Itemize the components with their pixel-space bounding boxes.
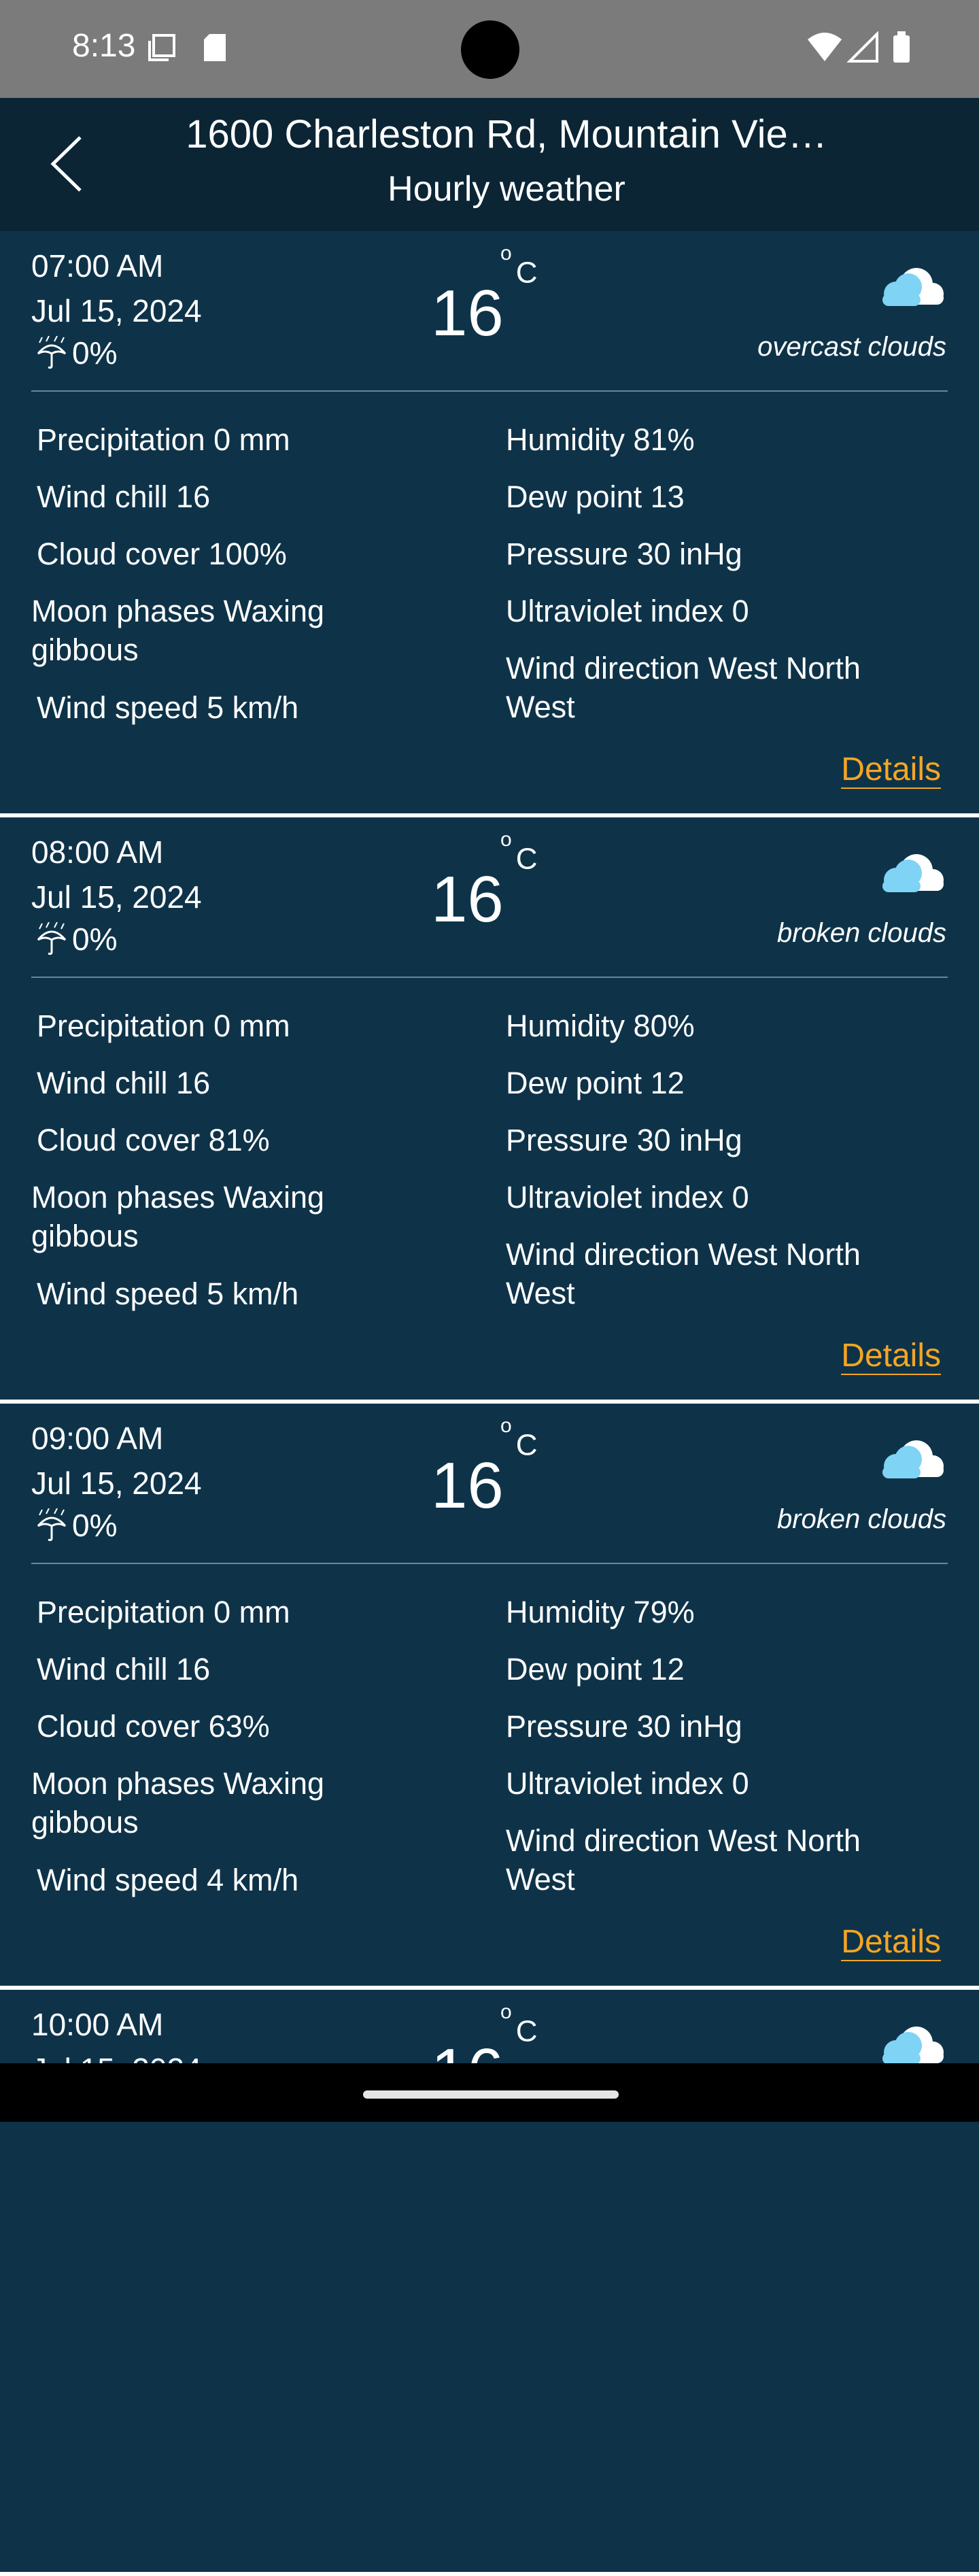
unit-label: C (515, 842, 538, 876)
wind-direction-stat: Wind direction West North West (506, 651, 861, 724)
temperature-unit: oC (500, 2001, 538, 2049)
pop-value: 0% (72, 335, 118, 371)
screenshot-notification-icon (148, 34, 175, 61)
hour-time: 07:00 AM (31, 248, 164, 284)
status-time: 8:13 (72, 28, 136, 64)
cloud-cover-stat: Cloud cover 63% (37, 1709, 270, 1744)
moon-phase-stat: Moon phases Waxing gibbous (31, 1766, 325, 1840)
temperature-unit: oC (500, 242, 538, 290)
precipitation-stat: Precipitation 0 mm (37, 422, 290, 457)
hour-date: Jul 15, 2024 (31, 1465, 202, 1501)
hour-time: 09:00 AM (31, 1421, 164, 1456)
hourly-weather-card[interactable]: 07:00 AM Jul 15, 2024 0% 16 oC overcast … (0, 231, 979, 817)
cloud-cover-stat: Cloud cover 81% (37, 1123, 270, 1157)
battery-icon (893, 31, 910, 63)
weather-description: broken clouds (776, 918, 946, 948)
details-link[interactable]: Details (841, 1338, 941, 1375)
wifi-icon (808, 33, 842, 61)
app-bar: 1600 Charleston Rd, Mountain Vie… Hourly… (0, 98, 979, 231)
humidity-stat: Humidity 81% (506, 422, 695, 457)
pop-value: 0% (72, 1508, 118, 1543)
unit-label: C (515, 1428, 538, 1462)
wind-chill-stat: Wind chill 16 (37, 479, 211, 514)
cloud-cover-stat: Cloud cover 100% (37, 537, 287, 571)
hour-date: Jul 15, 2024 (31, 879, 202, 915)
weather-description: overcast clouds (757, 332, 946, 362)
cloud-icon (882, 854, 944, 892)
pressure-stat: Pressure 30 inHg (506, 1709, 742, 1744)
details-link[interactable]: Details (841, 1925, 941, 1961)
sd-card-icon (204, 34, 226, 61)
temperature-value: 16 (431, 277, 504, 350)
wind-chill-stat: Wind chill 16 (37, 1066, 211, 1100)
temperature-value: 16 (431, 863, 504, 936)
hour-time: 10:00 AM (31, 2007, 164, 2042)
hour-time: 08:00 AM (31, 834, 164, 870)
home-gesture-handle[interactable] (363, 2090, 619, 2099)
card-divider (31, 977, 948, 978)
temperature-unit: oC (500, 1414, 538, 1463)
degree-mark: o (500, 2001, 512, 2023)
location-title: 1600 Charleston Rd, Mountain Vie… (186, 112, 827, 156)
umbrella-rain-icon (37, 922, 67, 955)
dew-point-stat: Dew point 13 (506, 479, 685, 514)
wind-speed-stat: Wind speed 5 km/h (37, 690, 299, 725)
hourly-weather-card[interactable]: 08:00 AM Jul 15, 2024 0% 16 oC broken cl… (0, 817, 979, 1404)
humidity-stat: Humidity 80% (506, 1009, 695, 1043)
wind-chill-stat: Wind chill 16 (37, 1652, 211, 1687)
camera-cutout (461, 20, 519, 79)
hourly-weather-card[interactable]: 09:00 AM Jul 15, 2024 0% 16 oC broken cl… (0, 1404, 979, 1990)
umbrella-rain-icon (37, 1508, 67, 1542)
pressure-stat: Pressure 30 inHg (506, 537, 742, 571)
page-subtitle: Hourly weather (388, 169, 625, 209)
precipitation-probability: 0% (35, 335, 117, 371)
moon-phase-stat: Moon phases Waxing gibbous (31, 1180, 325, 1253)
unit-label: C (515, 256, 538, 290)
cell-signal-icon (847, 31, 878, 63)
precipitation-stat: Precipitation 0 mm (37, 1009, 290, 1043)
uv-index-stat: Ultraviolet index 0 (506, 1766, 749, 1801)
details-link[interactable]: Details (841, 752, 941, 789)
cloud-icon (882, 268, 944, 306)
uv-index-stat: Ultraviolet index 0 (506, 1180, 749, 1215)
wind-speed-stat: Wind speed 4 km/h (37, 1863, 299, 1897)
uv-index-stat: Ultraviolet index 0 (506, 594, 749, 628)
wind-direction-stat: Wind direction West North West (506, 1823, 861, 1897)
temperature-value: 16 (431, 1449, 504, 1522)
pop-value: 0% (72, 921, 118, 957)
card-divider (31, 1563, 948, 1564)
dew-point-stat: Dew point 12 (506, 1652, 685, 1687)
humidity-stat: Humidity 79% (506, 1595, 695, 1629)
degree-mark: o (500, 1414, 512, 1437)
temperature-unit: oC (500, 828, 538, 877)
moon-phase-stat: Moon phases Waxing gibbous (31, 594, 325, 667)
status-bar: 8:13 (0, 0, 979, 98)
system-navigation-bar (0, 2063, 979, 2122)
precipitation-stat: Precipitation 0 mm (37, 1595, 290, 1629)
pressure-stat: Pressure 30 inHg (506, 1123, 742, 1157)
degree-mark: o (500, 828, 512, 851)
hourly-weather-list[interactable]: 07:00 AM Jul 15, 2024 0% 16 oC overcast … (0, 231, 979, 2576)
back-arrow-icon[interactable] (41, 133, 95, 194)
wind-speed-stat: Wind speed 5 km/h (37, 1276, 299, 1311)
precipitation-probability: 0% (35, 1507, 117, 1544)
wind-direction-stat: Wind direction West North West (506, 1237, 861, 1310)
degree-mark: o (500, 242, 512, 265)
unit-label: C (515, 2014, 538, 2048)
dew-point-stat: Dew point 12 (506, 1066, 685, 1100)
umbrella-rain-icon (37, 336, 67, 369)
precipitation-probability: 0% (35, 921, 117, 957)
weather-description: broken clouds (776, 1504, 946, 1534)
cloud-icon (882, 1440, 944, 1478)
card-divider (31, 390, 948, 392)
hour-date: Jul 15, 2024 (31, 293, 202, 328)
